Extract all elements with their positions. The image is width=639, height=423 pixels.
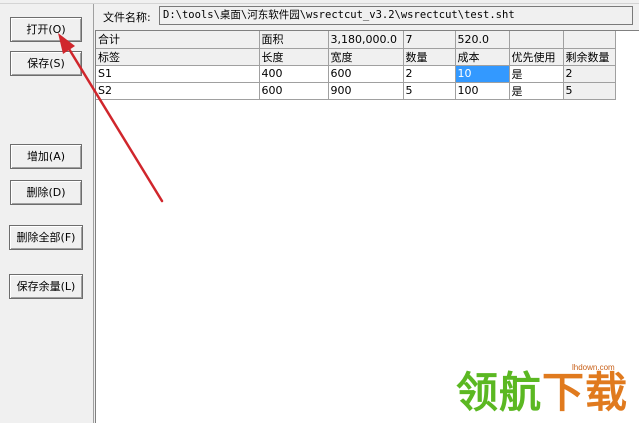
grid-cell[interactable]: 5 bbox=[403, 82, 456, 100]
grid-cell[interactable]: 100 bbox=[455, 82, 510, 100]
summary-cell bbox=[509, 31, 564, 49]
grid-cell[interactable]: 是 bbox=[509, 65, 564, 83]
save-button[interactable]: 保存(S) bbox=[10, 51, 82, 76]
watermark-main-text: 领航 bbox=[456, 368, 543, 417]
grid-cell[interactable]: 600 bbox=[259, 82, 329, 100]
column-header-priority[interactable]: 优先使用 bbox=[509, 48, 564, 66]
column-header-label[interactable]: 标签 bbox=[96, 48, 260, 66]
selected-grid-cell[interactable]: 10 bbox=[455, 65, 510, 83]
file-name-label: 文件名称: bbox=[103, 11, 151, 24]
grid-cell[interactable]: 400 bbox=[259, 65, 329, 83]
window-top-edge bbox=[0, 0, 639, 4]
watermark-logo-text: 领航下载 bbox=[456, 369, 628, 417]
summary-cell: 520.0 bbox=[455, 31, 510, 49]
delete-all-button[interactable]: 删除全部(F) bbox=[9, 225, 83, 250]
grid-cell[interactable]: 900 bbox=[328, 82, 404, 100]
file-path-field[interactable]: D:\tools\桌面\河东软件园\wsrectcut_v3.2\wsrectc… bbox=[159, 6, 633, 25]
column-header-remaining[interactable]: 剩余数量 bbox=[563, 48, 616, 66]
summary-cell: 面积 bbox=[259, 31, 329, 49]
grid-cell[interactable]: S2 bbox=[96, 82, 260, 100]
watermark-accent-text: 下载 bbox=[542, 368, 629, 417]
column-header-length[interactable]: 长度 bbox=[259, 48, 329, 66]
open-button[interactable]: 打开(O) bbox=[10, 17, 82, 42]
grid-cell[interactable]: 2 bbox=[563, 65, 616, 83]
add-button[interactable]: 增加(A) bbox=[10, 144, 82, 169]
header-row: 标签 长度 宽度 数量 成本 优先使用 剩余数量 bbox=[96, 48, 616, 66]
delete-button[interactable]: 删除(D) bbox=[10, 180, 82, 205]
watermark: lhdown.com 领航下载 bbox=[456, 363, 636, 419]
summary-cell: 3,180,000.0 bbox=[328, 31, 404, 49]
left-button-panel: 打开(O) 保存(S) 增加(A) 删除(D) 删除全部(F) 保存余量(L) bbox=[0, 4, 94, 423]
summary-cell bbox=[563, 31, 616, 49]
grid-cell[interactable]: 2 bbox=[403, 65, 456, 83]
table-row[interactable]: S1 400 600 2 10 是 2 bbox=[96, 65, 616, 83]
summary-row: 合计 面积 3,180,000.0 7 520.0 bbox=[96, 31, 616, 49]
grid-table: 合计 面积 3,180,000.0 7 520.0 标签 长度 宽度 数量 成本… bbox=[96, 31, 616, 100]
grid-cell[interactable]: 600 bbox=[328, 65, 404, 83]
grid-cell[interactable]: 5 bbox=[563, 82, 616, 100]
save-remainder-button[interactable]: 保存余量(L) bbox=[9, 274, 83, 299]
column-header-width[interactable]: 宽度 bbox=[328, 48, 404, 66]
grid-cell[interactable]: 是 bbox=[509, 82, 564, 100]
table-row[interactable]: S2 600 900 5 100 是 5 bbox=[96, 82, 616, 100]
column-header-cost[interactable]: 成本 bbox=[455, 48, 510, 66]
summary-cell: 7 bbox=[403, 31, 456, 49]
summary-cell: 合计 bbox=[96, 31, 260, 49]
grid-cell[interactable]: S1 bbox=[96, 65, 260, 83]
column-header-quantity[interactable]: 数量 bbox=[403, 48, 456, 66]
